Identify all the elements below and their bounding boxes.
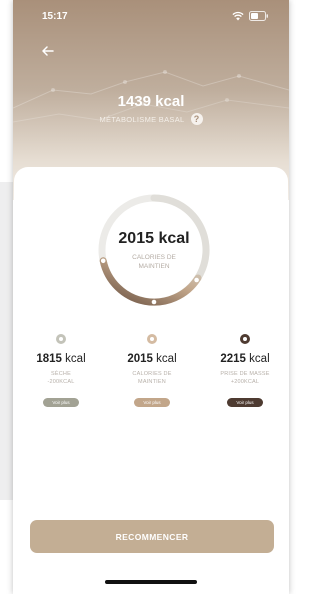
maintenance-label-line1: CALORIES DE [132, 254, 176, 261]
maintenance-label: CALORIES DE MAINTIEN [94, 253, 214, 271]
status-bar: 15:17 [13, 0, 289, 30]
option-bulk-more-button[interactable]: Voir plus [227, 398, 263, 407]
calorie-ring [98, 194, 210, 306]
option-maintain-desc-line1: CALORIES DE [132, 371, 172, 377]
option-cut-radio[interactable] [56, 334, 66, 344]
option-maintain-more-button[interactable]: Voir plus [134, 398, 170, 407]
option-cut-value: 1815 kcal [26, 353, 96, 365]
option-cut-desc: SÈCHE -200KCAL [26, 371, 96, 386]
option-bulk-desc-line2: +200KCAL [230, 378, 260, 385]
background-panel [0, 182, 14, 500]
back-button[interactable] [37, 40, 59, 62]
phone-screen: 15:17 1439 kcal MÉTABOLISME BASAL ? 2015… [13, 0, 289, 594]
option-bulk-unit: kcal [249, 353, 270, 365]
wifi-icon [232, 11, 244, 21]
option-bulk-desc-line1: PRISE DE MASSE [220, 371, 270, 377]
restart-button[interactable]: RECOMMENCER [30, 520, 274, 553]
option-cut-more-button[interactable]: Voir plus [43, 398, 79, 407]
option-bulk: 2215 kcal PRISE DE MASSE +200KCAL Voir p… [210, 334, 280, 407]
maintenance-value: 2015 kcal [118, 230, 190, 247]
option-maintain-number: 2015 [127, 353, 153, 365]
home-indicator [105, 580, 197, 584]
option-maintain-desc: CALORIES DE MAINTIEN [117, 371, 187, 386]
option-maintain: 2015 kcal CALORIES DE MAINTIEN Voir plus [117, 334, 187, 407]
battery-icon [249, 11, 268, 21]
option-cut-number: 1815 [36, 353, 62, 365]
option-cut: 1815 kcal SÈCHE -200KCAL Voir plus [26, 334, 96, 407]
bmr-value: 1439 kcal [117, 93, 185, 110]
option-bulk-number: 2215 [220, 353, 246, 365]
bmr-row: MÉTABOLISME BASAL ? [13, 113, 289, 125]
option-cut-desc-line2: -200KCAL [47, 378, 75, 385]
option-bulk-value: 2215 kcal [210, 353, 280, 365]
option-cut-unit: kcal [65, 353, 86, 365]
option-cut-desc-line1: SÈCHE [51, 371, 71, 377]
help-icon[interactable]: ? [190, 113, 203, 125]
status-icons [232, 11, 269, 21]
option-maintain-value: 2015 kcal [117, 353, 187, 365]
option-maintain-radio[interactable] [147, 334, 157, 344]
arrow-left-icon [42, 46, 54, 56]
option-maintain-unit: kcal [156, 353, 177, 365]
option-bulk-desc: PRISE DE MASSE +200KCAL [210, 371, 280, 386]
ring-marker [151, 299, 157, 305]
ring-marker [194, 277, 199, 283]
status-time: 15:17 [42, 11, 68, 22]
option-bulk-radio[interactable] [240, 334, 250, 344]
option-maintain-desc-line2: MAINTIEN [138, 378, 166, 385]
maintenance-label-line2: MAINTIEN [138, 263, 170, 270]
bmr-label: MÉTABOLISME BASAL [99, 114, 185, 124]
